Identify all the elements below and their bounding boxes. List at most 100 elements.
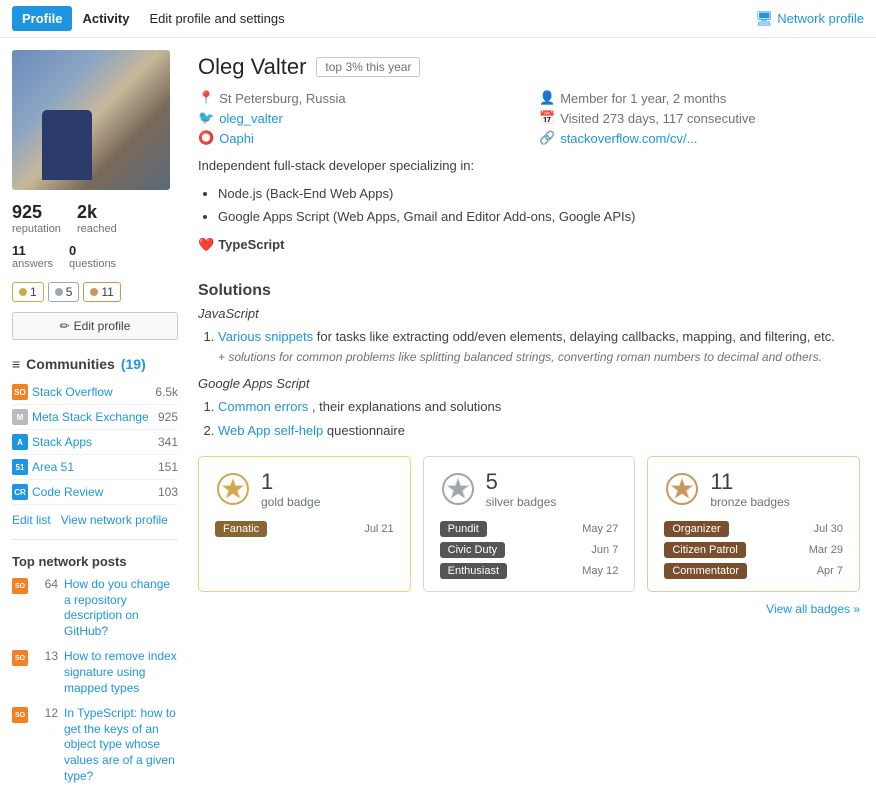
top-post-item: SO 12 In TypeScript: how to get the keys… bbox=[12, 706, 178, 784]
community-name[interactable]: Area 51 bbox=[32, 460, 74, 474]
view-network-link[interactable]: View network profile bbox=[61, 513, 168, 527]
answers-label: answers bbox=[12, 258, 53, 270]
github-meta: ⭕ Oaphi bbox=[198, 130, 519, 146]
github-link[interactable]: Oaphi bbox=[219, 131, 254, 146]
post-link[interactable]: How do you change a repository descripti… bbox=[64, 577, 178, 639]
community-name[interactable]: Stack Apps bbox=[32, 435, 92, 449]
tab-activity[interactable]: Activity bbox=[72, 6, 139, 31]
gas-solutions-list: Common errors , their explanations and s… bbox=[218, 397, 860, 440]
badge-entry: Enthusiast May 12 bbox=[440, 563, 619, 579]
community-item: A Stack Apps 341 bbox=[12, 430, 178, 455]
stats-row: 925 reputation 2k reached bbox=[12, 202, 178, 235]
community-icon-cr: CR bbox=[12, 484, 28, 500]
badge-tag: Civic Duty bbox=[440, 542, 506, 558]
view-all-badges-link[interactable]: View all badges » bbox=[766, 602, 860, 616]
network-icon: 🖥 bbox=[756, 10, 774, 27]
divider bbox=[12, 539, 178, 540]
edit-profile-button[interactable]: ✏ Edit profile bbox=[12, 312, 178, 340]
badge-entry: Citizen Patrol Mar 29 bbox=[664, 542, 843, 558]
stack-icon: ≡ bbox=[12, 356, 20, 372]
bronze-count-large: 11 bbox=[710, 469, 789, 495]
gold-dot bbox=[19, 288, 27, 296]
community-score: 151 bbox=[158, 460, 178, 474]
community-score: 925 bbox=[158, 410, 178, 424]
top-posts-list: SO 64 How do you change a repository des… bbox=[12, 577, 178, 784]
main-layout: 925 reputation 2k reached 11 answers 0 q… bbox=[0, 38, 876, 806]
profile-name: Oleg Valter bbox=[198, 54, 306, 80]
bronze-badge-entries: Organizer Jul 30 Citizen Patrol Mar 29 C… bbox=[664, 521, 843, 579]
post-link[interactable]: In TypeScript: how to get the keys of an… bbox=[64, 706, 178, 784]
bronze-card-header: 11 bronze badges bbox=[664, 469, 843, 509]
questions-value: 0 bbox=[69, 243, 116, 258]
gold-count: 1 bbox=[30, 285, 37, 299]
silver-badge-card: 5 silver badges Pundit May 27 Civic Duty… bbox=[423, 456, 636, 592]
gold-badge-icon bbox=[215, 471, 251, 507]
silver-badge-pill[interactable]: 5 bbox=[48, 282, 80, 302]
gold-label: gold badge bbox=[261, 495, 320, 509]
edit-list-link[interactable]: Edit list bbox=[12, 513, 51, 527]
badge-date: Jul 30 bbox=[814, 523, 843, 535]
community-name[interactable]: Meta Stack Exchange bbox=[32, 410, 149, 424]
twitter-link[interactable]: oleg_valter bbox=[219, 111, 283, 126]
top-network-posts-title: Top network posts bbox=[12, 554, 178, 569]
badge-entry: Pundit May 27 bbox=[440, 521, 619, 537]
bronze-dot bbox=[90, 288, 98, 296]
edit-profile-link[interactable]: Edit profile and settings bbox=[139, 6, 294, 31]
top-post-item: SO 13 How to remove index signature usin… bbox=[12, 649, 178, 696]
js-solution-item: Various snippets for tasks like extracti… bbox=[218, 327, 860, 366]
communities-title: ≡ Communities (19) bbox=[12, 356, 178, 372]
badge-date: Mar 29 bbox=[809, 544, 843, 556]
post-link[interactable]: How to remove index signature using mapp… bbox=[64, 649, 178, 696]
community-name[interactable]: Code Review bbox=[32, 485, 103, 499]
badge-entry: Fanatic Jul 21 bbox=[215, 521, 394, 537]
post-site-icon: SO bbox=[12, 578, 28, 594]
top-post-item: SO 64 How do you change a repository des… bbox=[12, 577, 178, 639]
badge-date: May 27 bbox=[582, 523, 618, 535]
self-help-link[interactable]: Web App self-help bbox=[218, 423, 323, 438]
silver-card-header: 5 silver badges bbox=[440, 469, 619, 509]
silver-badge-icon bbox=[440, 471, 476, 507]
community-icon-meta: M bbox=[12, 409, 28, 425]
gold-badge-pill[interactable]: 1 bbox=[12, 282, 44, 302]
reached-label: reached bbox=[77, 223, 117, 235]
top-pct-badge: top 3% this year bbox=[316, 57, 420, 77]
website-link[interactable]: stackoverflow.com/cv/... bbox=[560, 131, 697, 146]
avatar bbox=[12, 50, 170, 190]
silver-label: silver badges bbox=[486, 495, 557, 509]
right-col: Oleg Valter top 3% this year 📍 St Peters… bbox=[190, 38, 876, 806]
profile-meta: 📍 St Petersburg, Russia 👤 Member for 1 y… bbox=[198, 90, 860, 146]
common-errors-link[interactable]: Common errors bbox=[218, 399, 308, 414]
reputation-stat: 925 reputation bbox=[12, 202, 61, 235]
tab-profile[interactable]: Profile bbox=[12, 6, 72, 31]
badge-date: Apr 7 bbox=[817, 565, 843, 577]
post-site-icon: SO bbox=[12, 650, 28, 666]
badge-tag: Enthusiast bbox=[440, 563, 507, 579]
badge-entry: Organizer Jul 30 bbox=[664, 521, 843, 537]
twitter-icon: 🐦 bbox=[198, 110, 214, 126]
bio-list-item: Node.js (Back-End Web Apps) bbox=[218, 184, 860, 204]
twitter-meta: 🐦 oleg_valter bbox=[198, 110, 519, 126]
community-item: M Meta Stack Exchange 925 bbox=[12, 405, 178, 430]
post-score: 64 bbox=[34, 577, 58, 591]
bronze-badge-pill[interactable]: 11 bbox=[83, 282, 120, 302]
network-profile-link[interactable]: 🖥 Network profile bbox=[756, 10, 864, 27]
website-meta: 🔗 stackoverflow.com/cv/... bbox=[539, 130, 860, 146]
location-meta: 📍 St Petersburg, Russia bbox=[198, 90, 519, 106]
community-icon-area51: 51 bbox=[12, 459, 28, 475]
badge-tag: Organizer bbox=[664, 521, 728, 537]
badge-tag: Commentator bbox=[664, 563, 747, 579]
answers-stat: 11 answers bbox=[12, 243, 53, 270]
snippets-link[interactable]: Various snippets bbox=[218, 329, 313, 344]
sol-additional: + solutions for common problems like spl… bbox=[218, 350, 822, 364]
reached-stat: 2k reached bbox=[77, 202, 117, 235]
questions-label: questions bbox=[69, 258, 116, 270]
left-col: 925 reputation 2k reached 11 answers 0 q… bbox=[0, 38, 190, 806]
community-name[interactable]: Stack Overflow bbox=[32, 385, 113, 399]
view-all-badges: View all badges » bbox=[198, 602, 860, 616]
community-score: 103 bbox=[158, 485, 178, 499]
community-score: 6.5k bbox=[155, 385, 178, 399]
community-icon-sa: A bbox=[12, 434, 28, 450]
answers-questions: 11 answers 0 questions bbox=[12, 243, 178, 270]
community-item: CR Code Review 103 bbox=[12, 480, 178, 505]
calendar-icon: 📅 bbox=[539, 110, 555, 126]
